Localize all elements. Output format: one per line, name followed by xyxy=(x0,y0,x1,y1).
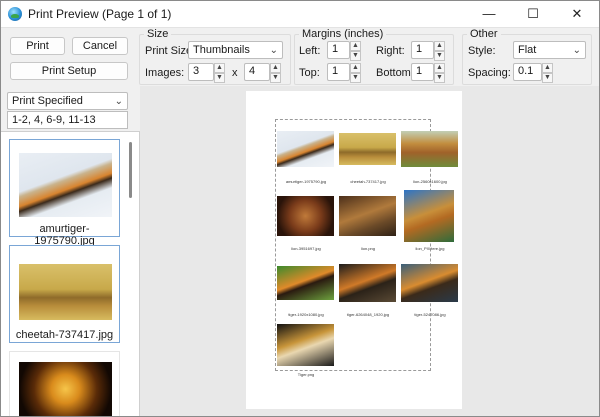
preview-image xyxy=(277,324,334,366)
thumbnail-caption: cheetah-737417.jpg xyxy=(15,329,114,341)
thumbnail-list[interactable]: amurtiger-1975790.jpg cheetah-737417.jpg xyxy=(1,131,140,416)
thumbnail-item[interactable] xyxy=(9,351,120,416)
right-margin-value: 1 xyxy=(416,43,423,55)
spin-up-icon[interactable]: ▲ xyxy=(214,63,225,73)
spinner-arrows[interactable]: ▲ ▼ xyxy=(542,63,553,83)
preview-caption: lion.png xyxy=(360,246,375,251)
spinner-arrows[interactable]: ▲ ▼ xyxy=(434,41,445,61)
spin-down-icon[interactable]: ▼ xyxy=(350,73,361,83)
print-size-value: Thumbnails xyxy=(193,44,250,56)
images-label: Images: xyxy=(145,67,185,79)
left-margin-label: Left: xyxy=(299,45,321,57)
spin-down-icon[interactable]: ▼ xyxy=(270,73,281,83)
chevron-down-icon: ⌄ xyxy=(572,45,581,56)
margins-legend: Margins (inches) xyxy=(299,28,387,40)
preview-caption: tiger-1920x1080.jpg xyxy=(288,312,324,317)
chevron-down-icon: ⌄ xyxy=(269,45,278,56)
bottom-margin-value: 1 xyxy=(416,65,423,77)
print-range-select[interactable]: Print Specified ⌄ xyxy=(7,92,128,110)
images-rows-value: 4 xyxy=(249,65,256,77)
print-size-select[interactable]: Thumbnails ⌄ xyxy=(188,41,283,59)
spinner-arrows[interactable]: ▲ ▼ xyxy=(434,63,445,83)
spin-up-icon[interactable]: ▲ xyxy=(434,63,445,73)
spacing-value: 0.1 xyxy=(518,65,534,77)
style-label: Style: xyxy=(468,45,496,57)
left-margin-value: 1 xyxy=(332,43,339,55)
top-margin-spinner[interactable]: 1 ▲ ▼ xyxy=(327,63,361,83)
style-value: Flat xyxy=(518,44,537,56)
preview-area: amurtiger-1975790.jpg cheetah-737417.jpg… xyxy=(140,86,599,416)
spinner-arrows[interactable]: ▲ ▼ xyxy=(270,63,281,83)
print-setup-button[interactable]: Print Setup xyxy=(10,62,128,80)
preview-image xyxy=(339,133,396,165)
spin-up-icon[interactable]: ▲ xyxy=(434,41,445,51)
spinner-arrows[interactable]: ▲ ▼ xyxy=(350,63,361,83)
print-range-value: Print Specified xyxy=(12,95,83,107)
preview-caption: tiger-5247086.jpg xyxy=(414,312,446,317)
spin-down-icon[interactable]: ▼ xyxy=(434,73,445,83)
minimize-button[interactable]: — xyxy=(467,1,511,27)
times-label: x xyxy=(232,67,238,79)
print-preview-window: Print Preview (Page 1 of 1) — ☐ ✕ Print … xyxy=(0,0,600,417)
spin-down-icon[interactable]: ▼ xyxy=(434,51,445,61)
cheetah-image xyxy=(19,264,112,320)
cancel-button[interactable]: Cancel xyxy=(72,37,128,55)
bottom-margin-label: Bottom: xyxy=(376,67,414,79)
other-legend: Other xyxy=(467,28,501,40)
thumbnail-scrollbar[interactable] xyxy=(129,142,132,198)
images-columns-value: 3 xyxy=(193,65,200,77)
tiger-snow-image xyxy=(19,153,112,217)
top-margin-label: Top: xyxy=(299,67,320,79)
top-margin-value: 1 xyxy=(332,65,339,77)
spin-down-icon[interactable]: ▼ xyxy=(542,73,553,83)
thumbnail-caption: amurtiger-1975790.jpg xyxy=(34,223,95,247)
images-rows-spinner[interactable]: 4 ▲ ▼ xyxy=(244,63,281,83)
spacing-label: Spacing: xyxy=(468,67,511,79)
preview-page: amurtiger-1975790.jpg cheetah-737417.jpg… xyxy=(246,91,462,409)
print-button[interactable]: Print xyxy=(10,37,65,55)
spin-up-icon[interactable]: ▲ xyxy=(350,63,361,73)
right-margin-spinner[interactable]: 1 ▲ ▼ xyxy=(411,41,445,61)
title-bar: Print Preview (Page 1 of 1) — ☐ ✕ xyxy=(1,1,599,28)
app-icon xyxy=(8,7,22,21)
spin-up-icon[interactable]: ▲ xyxy=(542,63,553,73)
preview-image xyxy=(339,196,396,236)
spin-up-icon[interactable]: ▲ xyxy=(270,63,281,73)
preview-caption: lion_PXHere.jpg xyxy=(415,246,445,251)
close-button[interactable]: ✕ xyxy=(555,1,599,27)
right-margin-label: Right: xyxy=(376,45,405,57)
bottom-margin-spinner[interactable]: 1 ▲ ▼ xyxy=(411,63,445,83)
preview-image xyxy=(277,131,334,167)
preview-caption: tiger-6264048_1920.jpg xyxy=(346,312,390,317)
lion-image xyxy=(19,362,112,416)
style-select[interactable]: Flat ⌄ xyxy=(513,41,586,59)
spin-up-icon[interactable]: ▲ xyxy=(350,41,361,51)
preview-caption: Tiger.png xyxy=(297,372,315,377)
spin-down-icon[interactable]: ▼ xyxy=(350,51,361,61)
images-columns-spinner[interactable]: 3 ▲ ▼ xyxy=(188,63,225,83)
window-title: Print Preview (Page 1 of 1) xyxy=(28,7,172,21)
preview-caption: amurtiger-1975790.jpg xyxy=(285,179,327,184)
page-range-input[interactable]: 1-2, 4, 6-9, 11-13 xyxy=(7,111,128,129)
spacing-spinner[interactable]: 0.1 ▲ ▼ xyxy=(513,63,553,83)
preview-image xyxy=(277,196,334,236)
spin-down-icon[interactable]: ▼ xyxy=(214,73,225,83)
preview-caption: lion-2560x1600.jpg xyxy=(413,179,447,184)
preview-image xyxy=(339,264,396,302)
preview-image xyxy=(277,266,334,300)
preview-image xyxy=(404,190,454,242)
size-legend: Size xyxy=(144,28,172,40)
preview-caption: lion-3951697.jpg xyxy=(291,246,321,251)
preview-image xyxy=(401,264,458,302)
maximize-button[interactable]: ☐ xyxy=(511,1,555,27)
chevron-down-icon: ⌄ xyxy=(114,96,123,107)
left-margin-spinner[interactable]: 1 ▲ ▼ xyxy=(327,41,361,61)
preview-image xyxy=(401,131,458,167)
preview-caption: cheetah-737417.jpg xyxy=(350,179,386,184)
spinner-arrows[interactable]: ▲ ▼ xyxy=(214,63,225,83)
thumbnail-item[interactable]: cheetah-737417.jpg xyxy=(9,245,120,343)
thumbnail-item[interactable]: amurtiger-1975790.jpg xyxy=(9,139,120,247)
spinner-arrows[interactable]: ▲ ▼ xyxy=(350,41,361,61)
